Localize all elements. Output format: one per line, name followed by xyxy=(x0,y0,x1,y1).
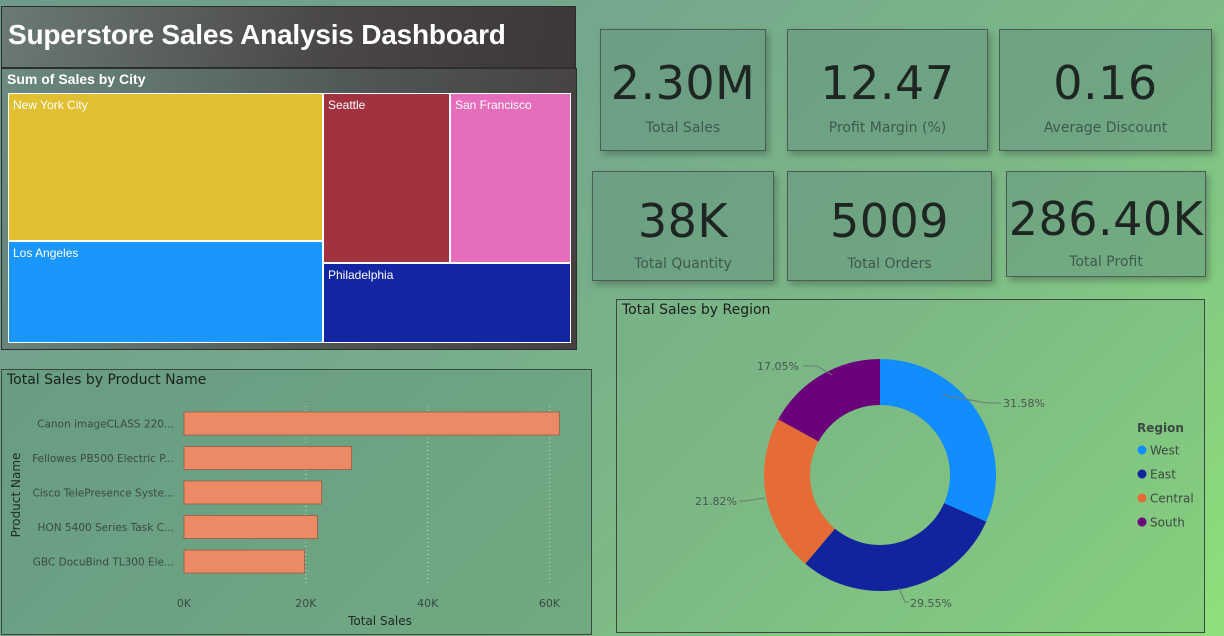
legend-title: Region xyxy=(1137,421,1184,435)
bar[interactable] xyxy=(183,411,560,436)
dashboard-title: Superstore Sales Analysis Dashboard xyxy=(8,19,506,50)
y-tick-label: HON 5400 Series Task C... xyxy=(38,522,174,534)
donut-slice-east[interactable] xyxy=(805,503,987,591)
donut-chart-panel[interactable]: Total Sales by Region 31.58% 29.55% 21.82%… xyxy=(616,299,1205,633)
kpi-value: 5009 xyxy=(829,194,950,248)
kpi-label: Total Sales xyxy=(645,120,721,136)
y-tick-label: Cisco TelePresence Syste... xyxy=(32,488,174,500)
x-tick-label: 40K xyxy=(417,597,439,610)
legend-marker xyxy=(1137,493,1147,503)
legend-marker xyxy=(1137,469,1147,479)
dashboard-title-panel: Superstore Sales Analysis Dashboard xyxy=(1,6,576,68)
kpi-card-total-sales[interactable]: 2.30M Total Sales xyxy=(600,29,766,151)
treemap-cell-new-york-city[interactable]: New York City xyxy=(8,93,323,241)
bar-chart[interactable]: 0K 20K 40K 60K Canon imageCLASS 220... Fellow… xyxy=(2,370,591,634)
legend-marker xyxy=(1137,445,1147,455)
slice-data-label: 29.55% xyxy=(910,597,952,610)
kpi-label: Total Profit xyxy=(1069,254,1143,270)
treemap-cell-label: Seattle xyxy=(328,98,366,112)
kpi-value: 286.40K xyxy=(1008,192,1204,246)
slice-data-label: 17.05% xyxy=(757,360,799,373)
treemap-cell-label: Philadelphia xyxy=(328,268,394,282)
treemap-cell-san-francisco[interactable]: San Francisco xyxy=(450,93,571,263)
kpi-value: 38K xyxy=(637,194,729,248)
y-tick-label: Canon imageCLASS 220... xyxy=(37,419,174,431)
leader-line xyxy=(898,587,909,603)
legend-marker xyxy=(1137,517,1147,527)
leader-line xyxy=(739,497,766,502)
treemap-cell-label: Los Angeles xyxy=(13,246,79,260)
treemap-cell-los-angeles[interactable]: Los Angeles xyxy=(8,241,323,343)
x-tick-label: 20K xyxy=(295,597,317,610)
donut-slice-west[interactable] xyxy=(880,359,996,522)
x-tick-label: 60K xyxy=(539,597,561,610)
treemap-cell-label: San Francisco xyxy=(455,98,532,112)
kpi-value: 12.47 xyxy=(820,56,955,110)
treemap-cell-seattle[interactable]: Seattle xyxy=(323,93,450,263)
kpi-card-total-orders[interactable]: 5009 Total Orders xyxy=(787,171,992,281)
slice-data-label: 31.58% xyxy=(1003,397,1045,410)
treemap-cell-philadelphia[interactable]: Philadelphia xyxy=(323,263,571,343)
kpi-value: 2.30M xyxy=(610,56,756,110)
legend-item[interactable]: West xyxy=(1150,444,1180,458)
bar[interactable] xyxy=(183,446,352,470)
y-tick-label: Fellowes PB500 Electric P... xyxy=(32,453,174,465)
kpi-label: Profit Margin (%) xyxy=(828,120,947,136)
treemap-cell-label: New York City xyxy=(13,98,88,112)
kpi-label: Total Quantity xyxy=(634,256,732,272)
x-tick-label: 0K xyxy=(177,597,192,610)
x-axis-label: Total Sales xyxy=(347,614,412,628)
kpi-label: Average Discount xyxy=(1043,120,1168,136)
bar-chart-panel[interactable]: Total Sales by Product Name 0K 20K 40K 60K C… xyxy=(1,369,592,635)
kpi-card-total-quantity[interactable]: 38K Total Quantity xyxy=(592,171,774,281)
slice-data-label: 21.82% xyxy=(695,495,737,508)
bar[interactable] xyxy=(183,549,306,574)
kpi-card-profit-margin[interactable]: 12.47 Profit Margin (%) xyxy=(787,29,988,151)
donut-chart[interactable]: 31.58% 29.55% 21.82% 17.05% Region West East Ce… xyxy=(617,300,1204,632)
bar[interactable] xyxy=(183,515,318,539)
y-tick-label: GBC DocuBind TL300 Ele... xyxy=(33,557,174,569)
kpi-card-average-discount[interactable]: 0.16 Average Discount xyxy=(999,29,1212,151)
legend-item[interactable]: South xyxy=(1150,516,1185,530)
kpi-value: 0.16 xyxy=(1053,56,1158,110)
legend-item[interactable]: Central xyxy=(1150,492,1194,506)
treemap-panel[interactable]: Sum of Sales by City New York City Los A… xyxy=(1,68,577,350)
legend-item[interactable]: East xyxy=(1150,468,1176,482)
kpi-label: Total Orders xyxy=(847,256,932,272)
kpi-card-total-profit[interactable]: 286.40K Total Profit xyxy=(1006,171,1206,277)
treemap-title: Sum of Sales by City xyxy=(7,71,146,87)
y-axis-label: Product Name xyxy=(9,453,23,538)
bar[interactable] xyxy=(183,480,323,505)
